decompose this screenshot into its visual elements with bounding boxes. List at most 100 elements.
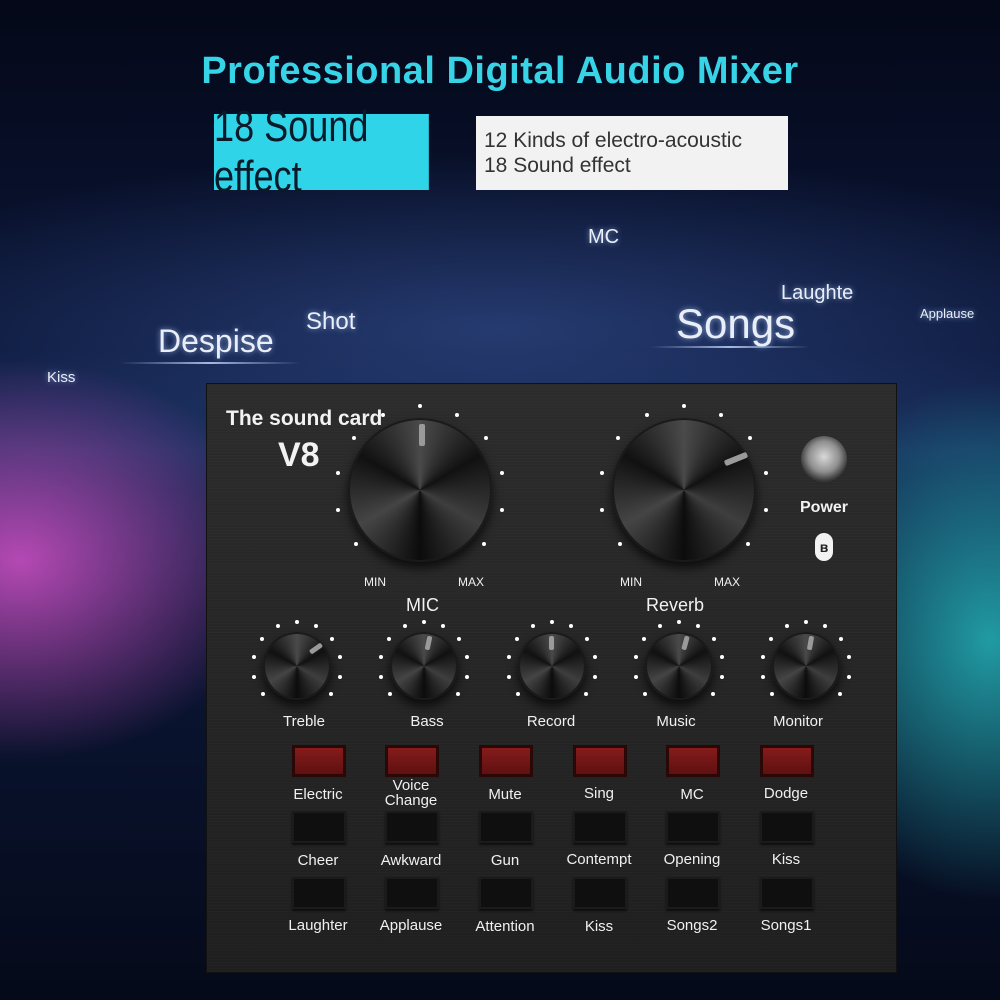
effect-button-opening[interactable] bbox=[666, 811, 720, 843]
effect-button-attention[interactable] bbox=[479, 877, 533, 909]
scale-dot bbox=[353, 541, 358, 546]
effect-button-sing[interactable] bbox=[573, 745, 627, 777]
power-led bbox=[801, 436, 847, 482]
scale-dot bbox=[379, 674, 384, 679]
mic-knob[interactable] bbox=[348, 418, 492, 562]
effect-button-gun[interactable] bbox=[479, 811, 533, 843]
scale-dot bbox=[761, 674, 766, 679]
reverb-knob[interactable] bbox=[612, 418, 756, 562]
scale-dot bbox=[592, 674, 597, 679]
bass-knob[interactable] bbox=[390, 632, 458, 700]
scale-dot bbox=[837, 692, 842, 697]
songs-underline bbox=[650, 346, 810, 348]
scale-dot bbox=[633, 654, 638, 659]
effect-button-applause[interactable] bbox=[385, 877, 439, 909]
effect-button-cheer[interactable] bbox=[292, 811, 346, 843]
effect-button-voice-change[interactable] bbox=[385, 745, 439, 777]
scale-dot bbox=[378, 654, 383, 659]
effect-button-laughter[interactable] bbox=[292, 877, 346, 909]
float-word-applause: Applause bbox=[920, 306, 975, 321]
scale-dot bbox=[682, 404, 686, 408]
scale-dot bbox=[550, 620, 554, 624]
scale-dot bbox=[763, 508, 768, 513]
scale-dot bbox=[846, 674, 851, 679]
effect-button-songs1[interactable] bbox=[760, 877, 814, 909]
float-word-songs: Songs bbox=[676, 300, 796, 347]
despise-underline bbox=[120, 362, 300, 364]
reverb-max-label: MAX bbox=[714, 575, 741, 589]
mic-max-label: MAX bbox=[458, 575, 485, 589]
effect-button-kiss-2[interactable] bbox=[573, 877, 627, 909]
treble-knob[interactable] bbox=[263, 632, 331, 700]
scale-dot bbox=[422, 620, 426, 624]
effect-button-mc[interactable] bbox=[666, 745, 720, 777]
scale-dot bbox=[677, 620, 681, 624]
scale-dot bbox=[838, 636, 843, 641]
scale-dot bbox=[719, 674, 724, 679]
monitor-knob[interactable] bbox=[772, 632, 840, 700]
record-knob-pointer bbox=[549, 636, 554, 650]
banner-line-2: 18 Sound effect bbox=[484, 154, 631, 177]
label-dodge: Dodge bbox=[763, 785, 809, 802]
scale-dot bbox=[507, 674, 512, 679]
scale-dot bbox=[617, 541, 622, 546]
scale-dot bbox=[455, 692, 460, 697]
reverb-knob-label: Reverb bbox=[646, 595, 705, 615]
effect-button-songs2[interactable] bbox=[666, 877, 720, 909]
scale-dot bbox=[599, 470, 604, 475]
scale-dot bbox=[593, 654, 598, 659]
bluetooth-icon: ʙ bbox=[815, 533, 833, 561]
scale-dot bbox=[381, 412, 386, 417]
banner-description: 12 Kinds of electro-acoustic 18 Sound ef… bbox=[476, 116, 788, 190]
label-songs1: Songs1 bbox=[760, 917, 812, 934]
music-label: Music bbox=[656, 713, 696, 730]
effect-button-electric[interactable] bbox=[292, 745, 346, 777]
effect-button-awkward[interactable] bbox=[385, 811, 439, 843]
float-word-mc: MC bbox=[588, 226, 620, 248]
music-knob-pointer bbox=[681, 635, 690, 651]
float-word-shot: Shot bbox=[306, 308, 356, 335]
scale-dot bbox=[328, 692, 333, 697]
scale-dot bbox=[252, 674, 257, 679]
scale-dot bbox=[251, 654, 256, 659]
mic-knob-label: MIC bbox=[406, 595, 439, 615]
scale-dot bbox=[634, 674, 639, 679]
scale-dot bbox=[338, 654, 343, 659]
reverb-min-label: MIN bbox=[620, 575, 642, 589]
effect-button-contempt[interactable] bbox=[573, 811, 627, 843]
scale-dot bbox=[506, 654, 511, 659]
effect-button-mute[interactable] bbox=[479, 745, 533, 777]
banner-badge: 18 Sound effect bbox=[214, 102, 429, 201]
effect-button-kiss-1[interactable] bbox=[760, 811, 814, 843]
scale-dot bbox=[464, 674, 469, 679]
bass-label: Bass bbox=[410, 713, 444, 730]
record-knob[interactable] bbox=[518, 632, 586, 700]
scale-dot bbox=[583, 692, 588, 697]
scale-dot bbox=[500, 470, 505, 475]
monitor-label: Monitor bbox=[772, 713, 824, 730]
scale-dot bbox=[760, 654, 765, 659]
scale-dot bbox=[329, 636, 334, 641]
scale-dot bbox=[584, 636, 589, 641]
treble-label: Treble bbox=[283, 713, 325, 730]
device-brand: The sound card bbox=[226, 407, 383, 430]
scale-dot bbox=[710, 692, 715, 697]
device-model: V8 bbox=[278, 436, 320, 474]
scale-dot bbox=[764, 470, 769, 475]
float-word-kiss: Kiss bbox=[47, 369, 76, 386]
mic-min-label: MIN bbox=[364, 575, 386, 589]
scale-dot bbox=[418, 404, 422, 408]
float-word-despise: Despise bbox=[158, 323, 274, 359]
banner-line-1: 12 Kinds of electro-acoustic bbox=[484, 129, 742, 152]
headline: Professional Digital Audio Mixer bbox=[201, 50, 799, 92]
bass-knob-pointer bbox=[424, 635, 433, 651]
effect-button-dodge[interactable] bbox=[760, 745, 814, 777]
scale-dot bbox=[454, 412, 459, 417]
power-label: Power bbox=[800, 499, 849, 516]
scale-dot bbox=[645, 412, 650, 417]
mic-knob-pointer bbox=[419, 424, 425, 446]
scale-dot bbox=[456, 636, 461, 641]
scale-dot bbox=[718, 412, 723, 417]
record-label: Record bbox=[526, 713, 576, 730]
music-knob[interactable] bbox=[645, 632, 713, 700]
